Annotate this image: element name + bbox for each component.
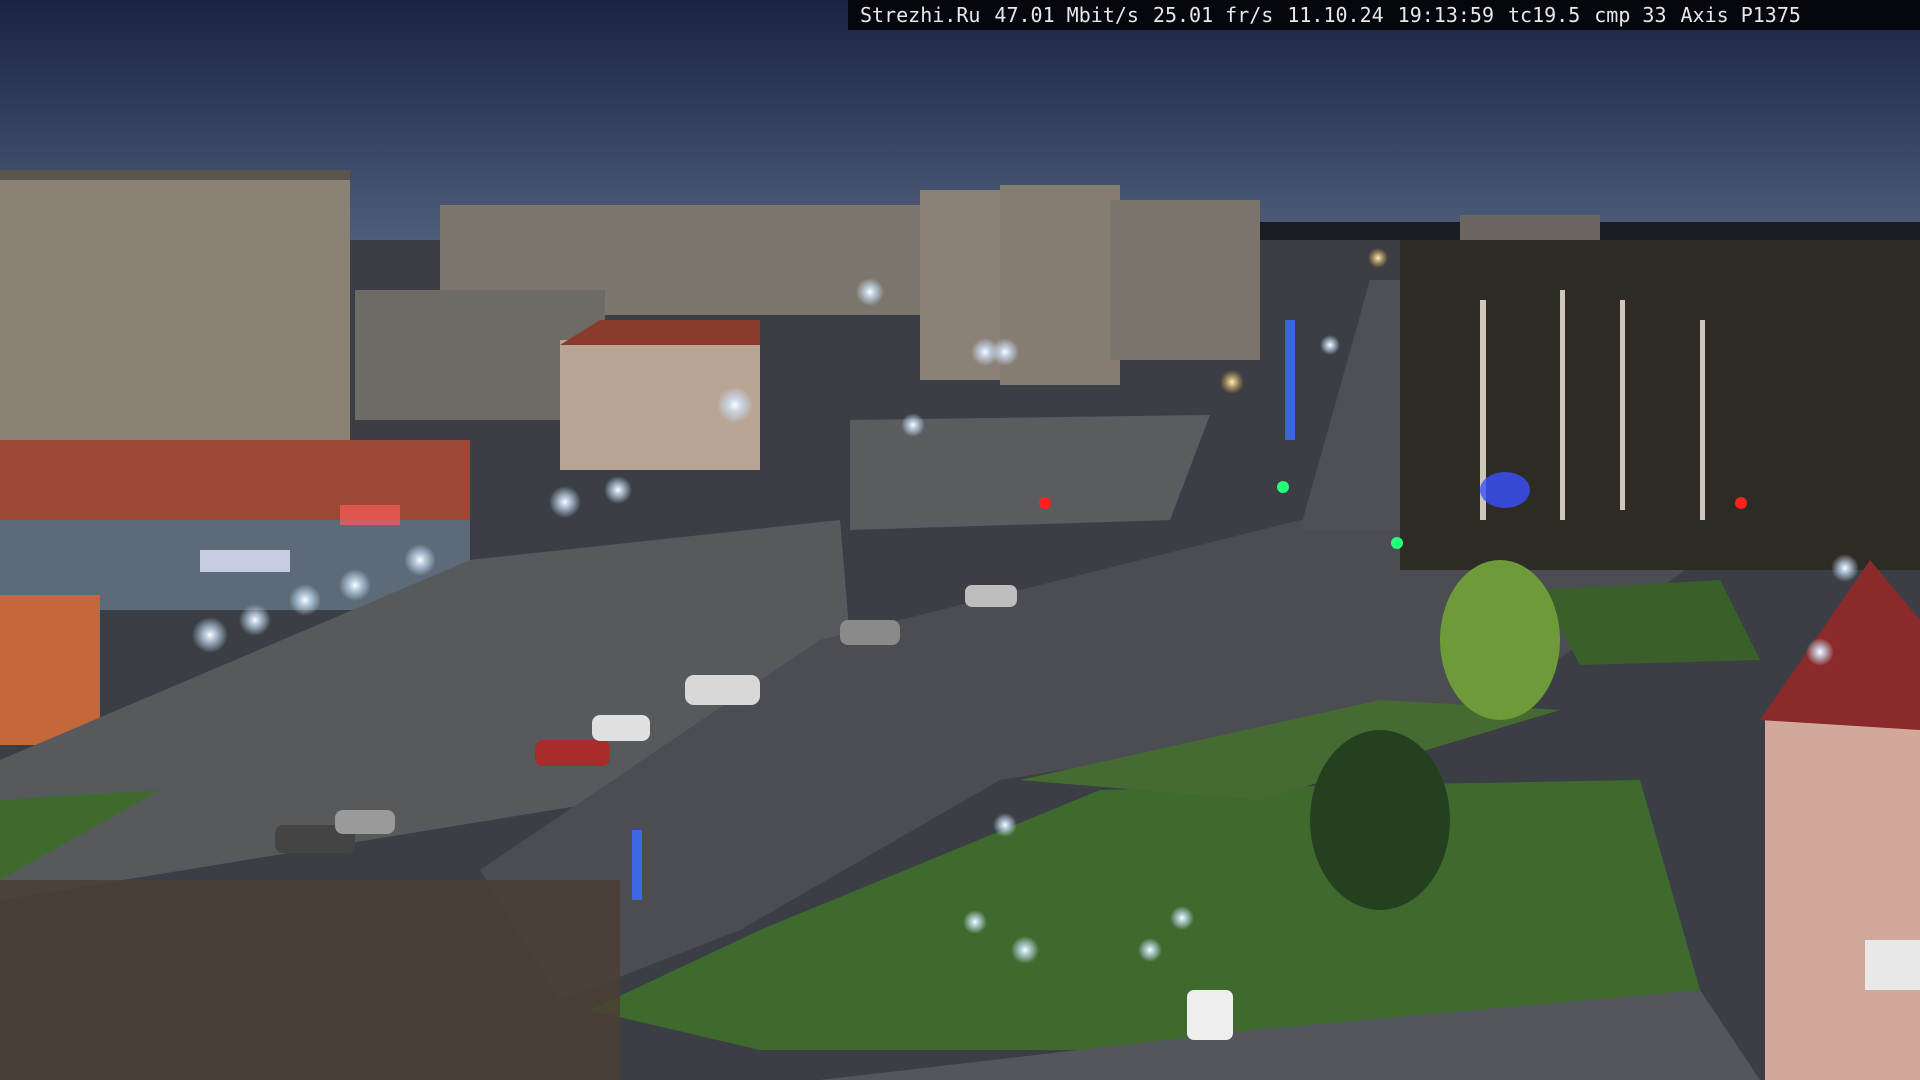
overlay-camera-model: Axis P1375 <box>1680 3 1801 27</box>
camera-overlay-bar: Strezhi.Ru 47.01 Mbit/s 25.01 fr/s 11.10… <box>848 0 1920 30</box>
overlay-cmp: cmp 33 <box>1594 3 1667 27</box>
webcam-scene <box>0 0 1920 1080</box>
overlay-tc: tc19.5 <box>1508 3 1581 27</box>
trees-right <box>1400 240 1920 570</box>
overlay-site: Strezhi.Ru <box>860 3 981 27</box>
bare-trees-foreground <box>0 880 620 1080</box>
pine-tree <box>1310 730 1450 910</box>
birch-tree <box>1440 560 1560 720</box>
overlay-date: 11.10.24 <box>1287 3 1384 27</box>
overlay-bitrate: 47.01 Mbit/s <box>994 3 1139 27</box>
overlay-time: 19:13:59 <box>1397 3 1494 27</box>
overlay-framerate: 25.01 fr/s <box>1152 3 1274 27</box>
